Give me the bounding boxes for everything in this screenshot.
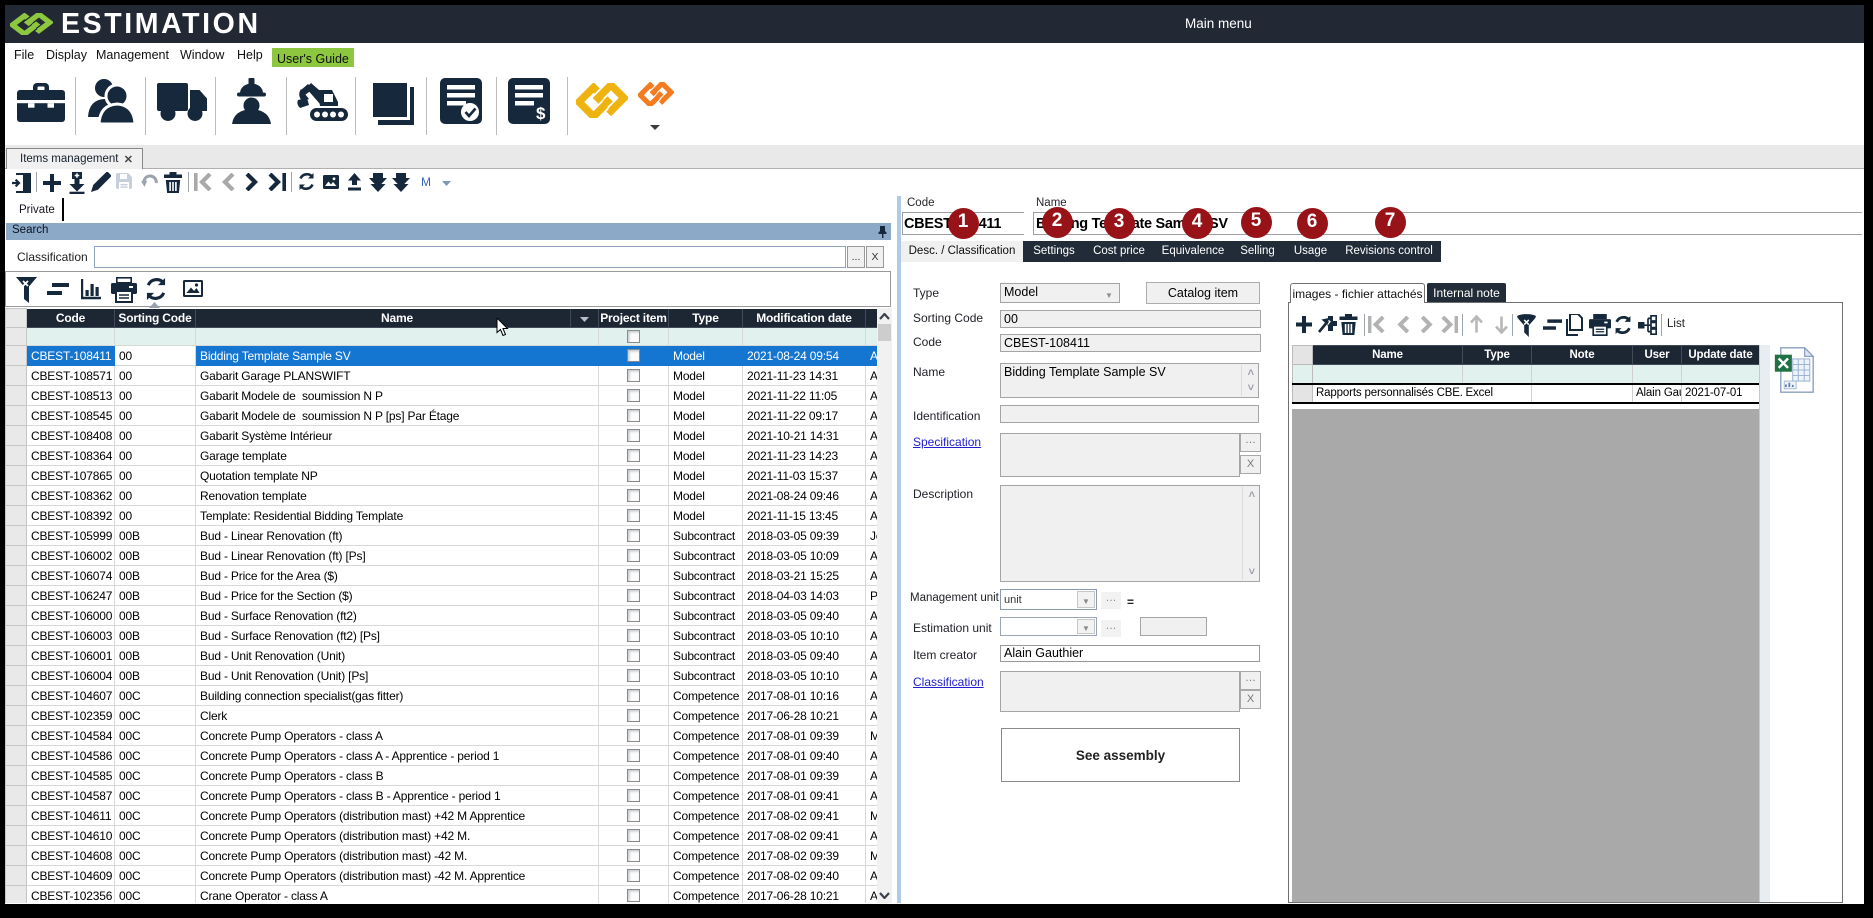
svg-text:$: $ — [536, 104, 546, 123]
